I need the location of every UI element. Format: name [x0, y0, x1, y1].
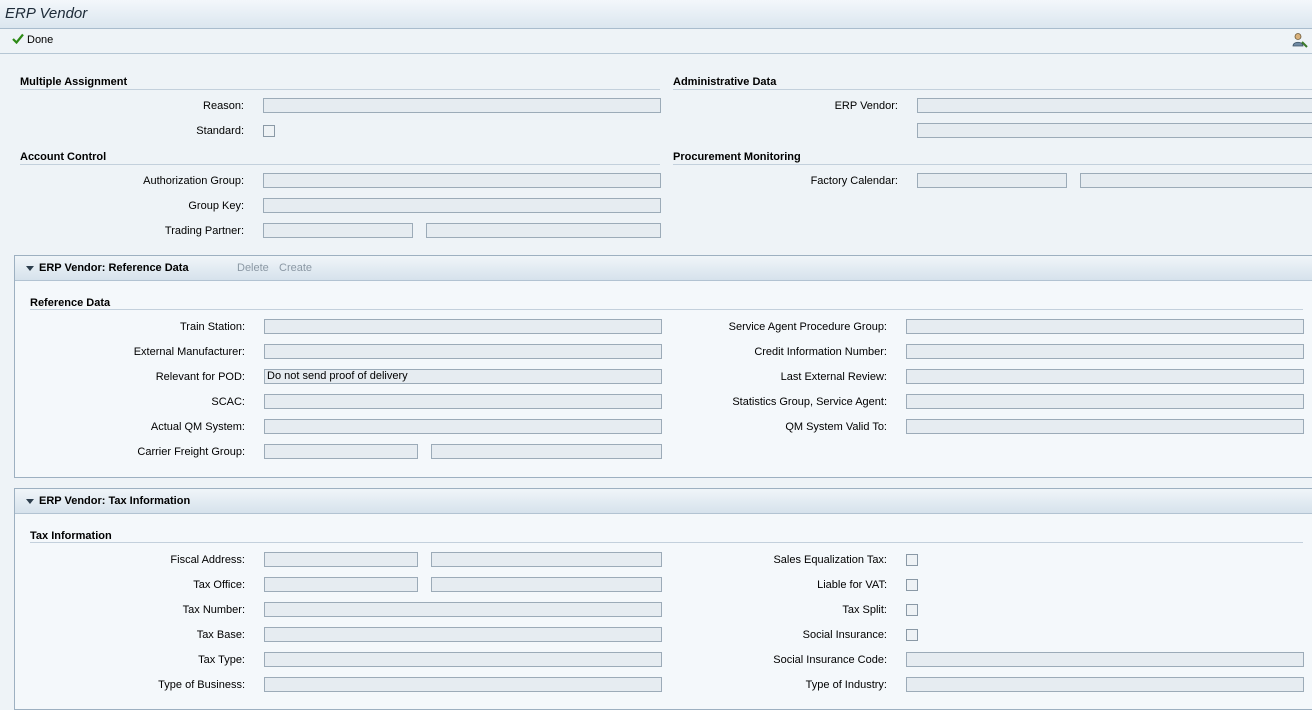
sales-equalization-tax-checkbox[interactable]	[906, 554, 918, 566]
create-button[interactable]: Create	[279, 262, 312, 274]
window-titlebar: ERP Vendor	[0, 0, 1312, 29]
tax-split-label: Tax Split:	[842, 604, 887, 616]
actual-qm-system-label: Actual QM System:	[150, 421, 245, 433]
last-external-review-label: Last External Review:	[780, 371, 887, 383]
tax-number-label: Tax Number:	[182, 604, 245, 616]
delete-button[interactable]: Delete	[237, 262, 269, 274]
reference-data-tray-header[interactable]	[15, 256, 1312, 281]
service-agent-procedure-group-input[interactable]	[906, 319, 1304, 334]
fiscal-address-input[interactable]	[264, 552, 418, 567]
last-external-review-input[interactable]	[906, 369, 1304, 384]
group-key-input[interactable]	[263, 198, 661, 213]
type-of-business-label: Type of Business:	[158, 679, 245, 691]
person-settings-icon[interactable]	[1292, 32, 1308, 51]
tax-type-input[interactable]	[264, 652, 662, 667]
tax-base-input[interactable]	[264, 627, 662, 642]
tax-office-input[interactable]	[264, 577, 418, 592]
tax-base-label: Tax Base:	[196, 629, 245, 641]
tax-office-description[interactable]	[431, 577, 662, 592]
reference-data-tray	[14, 255, 1312, 478]
reference-data-section-header: Reference Data	[30, 297, 111, 309]
factory-calendar-input[interactable]	[917, 173, 1067, 188]
carrier-freight-group-input[interactable]	[264, 444, 418, 459]
authorization-group-input[interactable]	[263, 173, 661, 188]
carrier-freight-group-label: Carrier Freight Group:	[137, 446, 245, 458]
tax-split-checkbox[interactable]	[906, 604, 918, 616]
multiple-assignment-header: Multiple Assignment	[20, 76, 128, 88]
section-divider	[20, 89, 660, 90]
group-key-label: Group Key:	[188, 200, 244, 212]
account-control-header: Account Control	[20, 151, 107, 163]
tax-number-input[interactable]	[264, 602, 662, 617]
trading-partner-label: Trading Partner:	[164, 225, 244, 237]
tax-type-label: Tax Type:	[198, 654, 245, 666]
tax-information-tray-title: ERP Vendor: Tax Information	[39, 495, 191, 507]
factory-calendar-label: Factory Calendar:	[810, 175, 898, 187]
external-manufacturer-label: External Manufacturer:	[133, 346, 245, 358]
scac-label: SCAC:	[211, 396, 245, 408]
administrative-data-header: Administrative Data	[673, 76, 777, 88]
erp-vendor-name-input[interactable]	[917, 123, 1312, 138]
reference-data-tray-title: ERP Vendor: Reference Data	[39, 262, 189, 274]
tax-information-tray-header[interactable]	[15, 489, 1312, 514]
trading-partner-input[interactable]	[263, 223, 413, 238]
tax-office-label: Tax Office:	[193, 579, 245, 591]
fiscal-address-description[interactable]	[431, 552, 662, 567]
liable-for-vat-label: Liable for VAT:	[817, 579, 887, 591]
factory-calendar-description[interactable]	[1080, 173, 1312, 188]
statistics-group-input[interactable]	[906, 394, 1304, 409]
credit-information-number-label: Credit Information Number:	[754, 346, 887, 358]
standard-checkbox[interactable]	[263, 125, 275, 137]
section-divider	[673, 89, 1312, 90]
train-station-label: Train Station:	[179, 321, 245, 333]
done-button[interactable]: Done	[12, 33, 53, 47]
relevant-for-pod-label: Relevant for POD:	[155, 371, 245, 383]
external-manufacturer-input[interactable]	[264, 344, 662, 359]
type-of-business-input[interactable]	[264, 677, 662, 692]
window-title: ERP Vendor	[5, 5, 88, 22]
toolbar: Done	[0, 29, 1312, 54]
type-of-industry-label: Type of Industry:	[805, 679, 887, 691]
fiscal-address-label: Fiscal Address:	[170, 554, 245, 566]
social-insurance-label: Social Insurance:	[802, 629, 887, 641]
relevant-for-pod-select[interactable]: Do not send proof of delivery	[264, 369, 662, 384]
trading-partner-description[interactable]	[426, 223, 661, 238]
social-insurance-code-input[interactable]	[906, 652, 1304, 667]
liable-for-vat-checkbox[interactable]	[906, 579, 918, 591]
standard-label: Standard:	[196, 125, 244, 137]
section-divider	[30, 542, 1303, 543]
train-station-input[interactable]	[264, 319, 662, 334]
qm-system-valid-to-label: QM System Valid To:	[785, 421, 887, 433]
social-insurance-checkbox[interactable]	[906, 629, 918, 641]
erp-vendor-label: ERP Vendor:	[834, 100, 898, 112]
tax-information-section-header: Tax Information	[30, 530, 112, 542]
type-of-industry-input[interactable]	[906, 677, 1304, 692]
erp-vendor-input[interactable]	[917, 98, 1312, 113]
actual-qm-system-input[interactable]	[264, 419, 662, 434]
qm-system-valid-to-input[interactable]	[906, 419, 1304, 434]
section-divider	[30, 309, 1303, 310]
carrier-freight-group-description[interactable]	[431, 444, 662, 459]
credit-information-number-input[interactable]	[906, 344, 1304, 359]
checkmark-icon	[12, 33, 24, 47]
scac-input[interactable]	[264, 394, 662, 409]
procurement-monitoring-header: Procurement Monitoring	[673, 151, 801, 163]
social-insurance-code-label: Social Insurance Code:	[773, 654, 887, 666]
section-divider	[20, 164, 660, 165]
section-divider	[673, 164, 1312, 165]
reason-input[interactable]	[263, 98, 661, 113]
service-agent-procedure-group-label: Service Agent Procedure Group:	[728, 321, 887, 333]
sales-equalization-tax-label: Sales Equalization Tax:	[773, 554, 887, 566]
reason-label: Reason:	[203, 100, 244, 112]
triangle-down-icon[interactable]	[26, 499, 34, 504]
done-label: Done	[27, 34, 54, 46]
authorization-group-label: Authorization Group:	[143, 175, 244, 187]
triangle-down-icon[interactable]	[26, 266, 34, 271]
statistics-group-label: Statistics Group, Service Agent:	[732, 396, 887, 408]
